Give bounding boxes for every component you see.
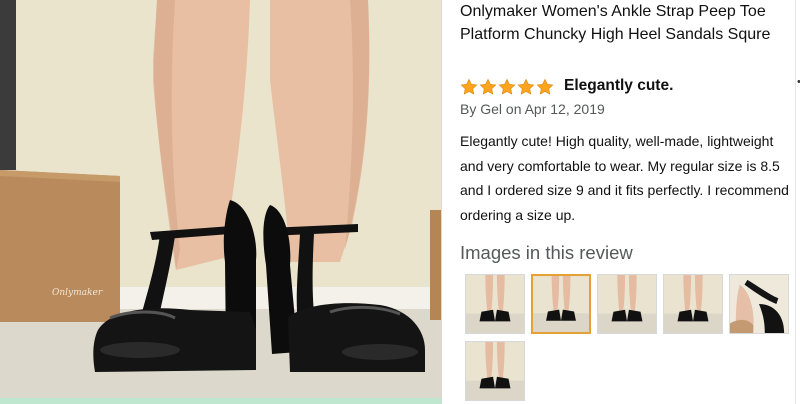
star-icon [536,78,554,95]
thumbnail-image [664,275,722,333]
images-section-heading: Images in this review [460,242,633,263]
review-thumbnail-6[interactable] [465,341,525,401]
star-icon [498,78,516,95]
star-icon [517,78,535,95]
main-review-image[interactable]: Onlymaker [0,0,441,404]
review-body: Elegantly cute! High quality, well-made,… [460,133,789,223]
review-thumbnail-3[interactable] [597,274,657,334]
star-rating [460,76,555,98]
image-bottom-strip [0,398,441,404]
thumbnail-image [466,342,524,400]
review-thumbnail-2[interactable] [531,274,591,334]
review-byline: By Gel on Apr 12, 2019 [460,101,605,117]
box-brand-text: Onlymaker [52,288,103,298]
review-thumbnail-5[interactable] [729,274,789,334]
thumbnail-image [730,275,788,333]
thumbnail-image [533,276,589,332]
review-thumbnail-1[interactable] [465,274,525,334]
review-panel: Onlymaker Women's Ankle Strap Peep Toe P… [442,0,800,404]
main-photo-illustration: Onlymaker [0,0,441,404]
review-thumbnail-4[interactable] [663,274,723,334]
thumbnail-image [598,275,656,333]
thumbnail-image [466,275,524,333]
clipped-side-column: • [795,0,800,404]
star-icon [460,78,478,95]
star-icon [479,78,497,95]
product-title[interactable]: Onlymaker Women's Ankle Strap Peep Toe P… [460,0,800,46]
review-title: Elegantly cute. [564,77,674,94]
